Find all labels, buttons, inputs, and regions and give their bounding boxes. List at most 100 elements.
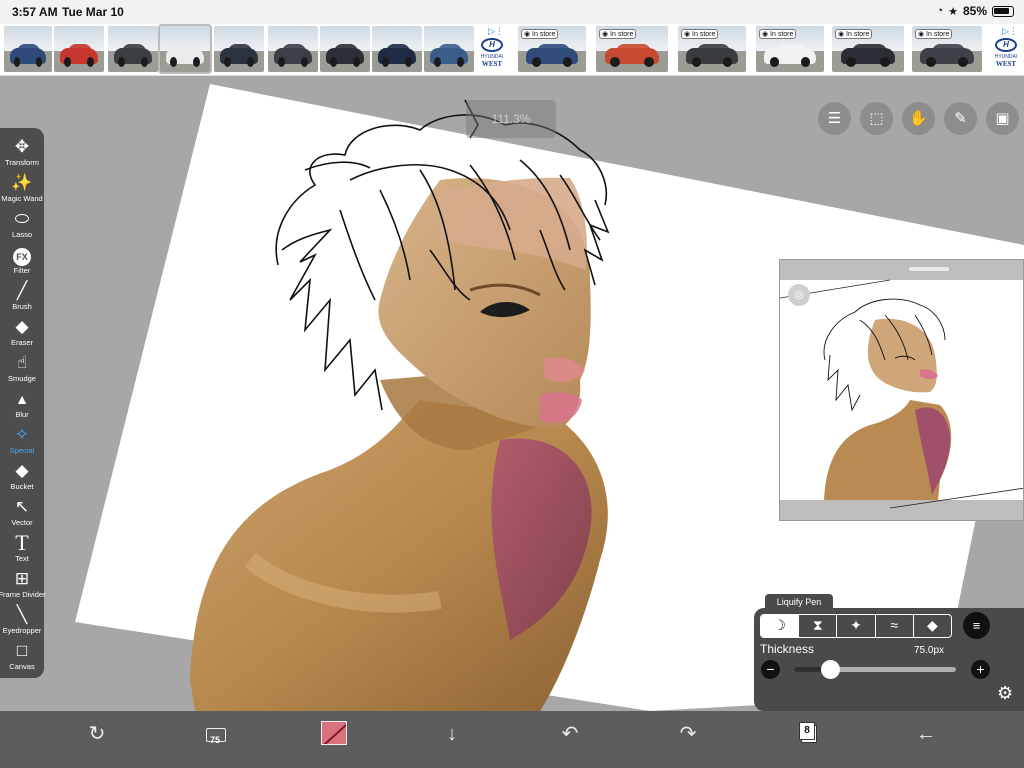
tool-bucket[interactable]: ◆ Bucket [0, 460, 44, 496]
tool-lasso[interactable]: ⬭ Lasso [0, 208, 44, 244]
in-store-badge: ◉ In store [759, 29, 797, 39]
tool-brush[interactable]: ╱ Brush [0, 280, 44, 316]
plus-button[interactable]: + [971, 660, 990, 679]
canvas-icon: □ [16, 641, 28, 660]
tool-smudge[interactable]: ☝ Smudge [0, 352, 44, 388]
ad-car-thumbnail[interactable] [54, 26, 104, 72]
tool-palette: ✥ Transform ✨ Magic Wand ⬭ Lasso FX Filter ╱ Brus… [0, 128, 46, 678]
rotate-flip-icon[interactable]: ↻ [79, 716, 115, 752]
tool-label: Brush [12, 302, 32, 311]
wifi-icon: ◔ [936, 5, 944, 17]
ad-car-thumbnail[interactable] [158, 24, 212, 74]
tool-label: Blur [15, 410, 29, 419]
ad-car-thumbnail[interactable]: ◉ In store [832, 26, 904, 72]
layer-count: 8 [799, 722, 815, 740]
ad-car-thumbnail[interactable] [424, 26, 474, 72]
color-swatch[interactable] [321, 721, 347, 745]
status-bar: 3:57 AM Tue Mar 10 ◔ ★ 85% [0, 0, 1024, 24]
ad-car-thumbnail[interactable]: ◉ In store [596, 26, 668, 72]
pinch-icon[interactable]: ✦ [837, 615, 876, 637]
ad-car-thumbnail[interactable] [4, 26, 52, 72]
fx-icon: FX [0, 244, 44, 266]
back-arrow-icon[interactable]: ← [908, 716, 944, 752]
pencil-icon[interactable]: ✎ [944, 102, 977, 135]
moon-icon[interactable]: ☽ [761, 615, 800, 637]
ad-car-thumbnail[interactable] [320, 26, 370, 72]
minus-button[interactable]: − [761, 660, 780, 679]
star-icon: ★ [948, 5, 958, 18]
hourglass-icon[interactable]: ⧗ [799, 615, 838, 637]
ad-car-thumbnail[interactable]: ◉ In store [756, 26, 824, 72]
tool-label: Smudge [8, 374, 36, 383]
tool-filter[interactable]: FX Filter [0, 244, 44, 280]
thickness-label: Thickness [760, 642, 815, 656]
adchoices-icon[interactable]: ▷⋮ [1002, 26, 1018, 37]
camera-icon[interactable]: ◎ [788, 284, 810, 306]
ad-car-thumbnail[interactable]: ◉ In store [678, 26, 746, 72]
tool-magic-wand[interactable]: ✨ Magic Wand [0, 172, 44, 208]
tool-frame-divider[interactable]: ⊞ Frame Divider [0, 568, 46, 604]
pointer-icon: ↖ [14, 497, 30, 516]
in-store-badge: ◉ In store [599, 29, 637, 39]
redo-icon[interactable]: ↷ [670, 716, 706, 752]
layers-button[interactable]: 8 [797, 721, 817, 743]
ad-car-thumbnail[interactable]: ◉ In store [518, 26, 586, 72]
ad-car-thumbnail[interactable]: ◉ In store [912, 26, 982, 72]
ad-car-thumbnail[interactable] [214, 26, 264, 72]
in-store-badge: ◉ In store [681, 29, 719, 39]
smudge-icon: ☝ [16, 353, 28, 372]
gallery-icon[interactable]: ▣ [986, 102, 1019, 135]
tool-vector[interactable]: ↖ Vector [0, 496, 44, 532]
bucket-icon: ◆ [15, 461, 29, 480]
tool-eyedropper[interactable]: ╲ Eyedropper [0, 604, 44, 640]
adchoices-icon[interactable]: ▷⋮ [488, 26, 504, 37]
thickness-slider[interactable] [794, 660, 956, 679]
tool-label: Text [15, 554, 29, 563]
down-arrow-icon[interactable]: ↓ [434, 716, 470, 752]
tool-canvas[interactable]: □ Canvas [0, 640, 44, 676]
in-store-badge: ◉ In store [835, 29, 873, 39]
bottom-toolbar [0, 711, 1024, 768]
liquify-mode-selector: ☽ ⧗ ✦ ≈ ◆ [760, 614, 952, 638]
wave-icon[interactable]: ≈ [876, 615, 914, 637]
adjust-sliders-icon[interactable]: ≡ [963, 612, 990, 639]
brush-icon: ╱ [16, 281, 28, 300]
drop-icon: ▲ [15, 391, 29, 407]
toggle-icon[interactable]: ☰ [818, 102, 851, 135]
tool-special[interactable]: ✧ Special [0, 424, 44, 460]
tool-label: Magic Wand [1, 194, 43, 203]
ad-car-thumbnail[interactable] [108, 26, 158, 72]
hand-icon[interactable]: ✋ [902, 102, 935, 135]
tool-label: Eyedropper [2, 626, 42, 635]
tool-text[interactable]: T Text [0, 532, 44, 568]
ad-car-thumbnail[interactable] [268, 26, 318, 72]
selection-icon[interactable]: ⬚ [860, 102, 893, 135]
magic-wand-icon: ✨ [11, 173, 33, 192]
frame-divider-icon: ⊞ [14, 569, 30, 588]
brush-size-button[interactable]: 75 [198, 716, 234, 752]
navigator-panel[interactable]: ◎ [779, 259, 1024, 521]
eraser-icon[interactable]: ◆ [914, 615, 951, 637]
in-store-badge: ◉ In store [915, 29, 953, 39]
eraser-icon: ◆ [15, 317, 29, 336]
tool-blur[interactable]: ▲ Blur [0, 388, 44, 424]
undo-icon[interactable]: ↶ [552, 716, 588, 752]
tool-eraser[interactable]: ◆ Eraser [0, 316, 44, 352]
navigator-preview [780, 279, 1023, 509]
tool-label: Eraser [10, 338, 34, 347]
status-date: Tue Mar 10 [62, 5, 124, 19]
sparkle-icon: ✧ [14, 425, 30, 444]
tool-label: Filter [13, 266, 31, 275]
battery-percent: 85% [962, 4, 987, 18]
ad-banner[interactable]: ◉ In store ◉ In store ◉ In store ◉ In store… [0, 24, 1024, 76]
status-time: 3:57 AM [12, 5, 58, 19]
thickness-slider-knob[interactable] [821, 660, 840, 679]
tool-transform[interactable]: ✥ Transform [0, 136, 44, 172]
zoom-indicator: 111.3% [466, 100, 556, 138]
tool-label: Bucket [10, 482, 34, 491]
move-arrows-icon: ✥ [14, 137, 30, 156]
tool-label: Transform [5, 158, 39, 167]
tool-label: Vector [11, 518, 33, 527]
settings-gear-icon[interactable]: ⚙ [997, 683, 1013, 704]
ad-car-thumbnail[interactable] [372, 26, 422, 72]
